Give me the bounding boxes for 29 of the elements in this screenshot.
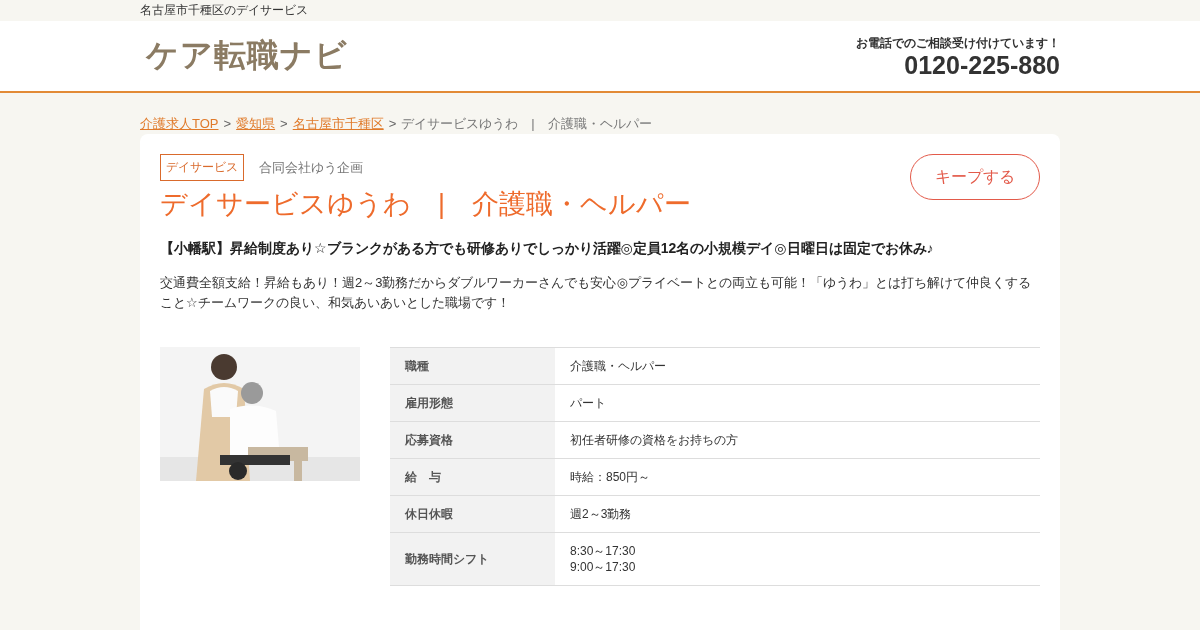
site-tagline: 名古屋市千種区のデイサービス (140, 3, 308, 17)
detail-label: 雇用形態 (390, 384, 555, 422)
breadcrumb-separator: > (223, 116, 232, 131)
detail-value: 初任者研修の資格をお持ちの方 (555, 421, 1040, 459)
job-description: 交通費全額支給！昇給もあり！週2～3勤務だからダブルワーカーさんでも安心◎プライベートとの両立も可能！「ゆうわ」とは打ち解けて仲良くすること☆チームワークの良い、和気あいあいとした職場です！ (160, 274, 1032, 312)
detail-label: 給 与 (390, 458, 555, 496)
detail-value: 週2～3勤務 (555, 495, 1040, 533)
breadcrumb-separator: > (280, 116, 288, 131)
company-name: 合同会社ゆう企画 (259, 158, 363, 177)
phone-note: お電話でのご相談受け付けています！ (856, 34, 1060, 52)
detail-label: 応募資格 (390, 421, 555, 459)
site-logo[interactable]: ケア転職ナビ (140, 34, 348, 78)
detail-value: パート (555, 384, 1040, 422)
breadcrumb-link[interactable]: 介護求人TOP (140, 115, 219, 133)
breadcrumb-link[interactable]: 名古屋市千種区 (292, 115, 384, 133)
job-headline: 【小幡駅】昇給制度あり☆ブランクがある方でも研修ありでしっかり活躍◎定員12名の小規模デイ◎日曜日は固定でお休み♪ (160, 240, 935, 258)
detail-label: 職種 (390, 347, 555, 385)
category-tag: デイサービス (160, 154, 244, 181)
breadcrumb-separator: > (388, 116, 397, 131)
detail-value: 時給：850円～ (555, 458, 1040, 496)
phone-number: 0120-225-880 (904, 51, 1060, 78)
keep-button[interactable]: キープする (910, 154, 1040, 200)
detail-label: 休日休暇 (390, 495, 555, 533)
detail-value: 介護職・ヘルパー (555, 347, 1040, 385)
breadcrumb-link[interactable]: 愛知県 (236, 115, 276, 133)
detail-label: 勤務時間シフト (390, 532, 555, 586)
detail-value: 8:30～17:30 9:00～17:30 (555, 532, 1040, 586)
job-title: デイサービスゆうわ | 介護職・ヘルパー (160, 188, 692, 221)
breadcrumb-current: デイサービスゆうわ | 介護職・ヘルパー (401, 115, 652, 133)
